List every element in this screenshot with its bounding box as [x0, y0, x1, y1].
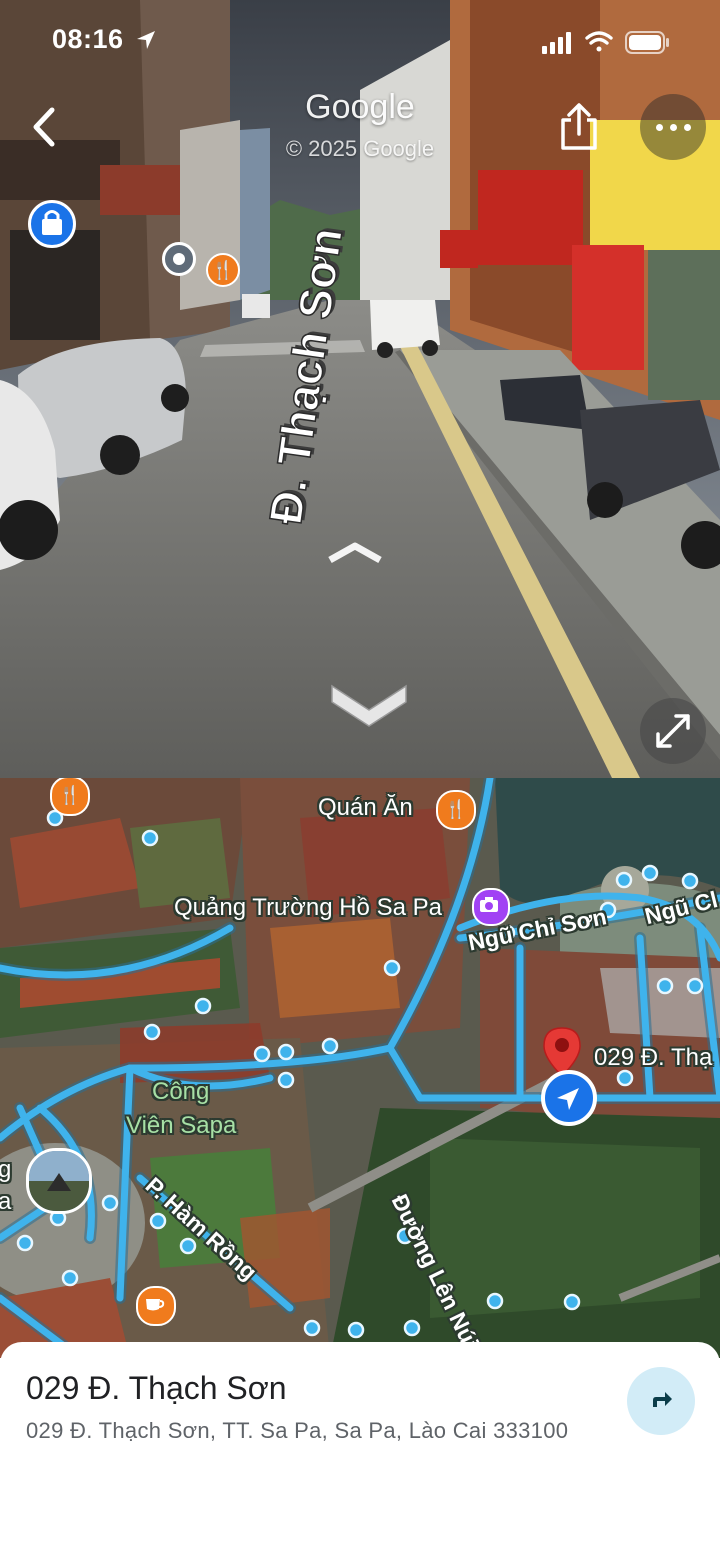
share-button[interactable] — [555, 100, 603, 154]
location-dot-icon[interactable] — [162, 242, 196, 276]
street-view-panel[interactable]: 08:16 Google © 2025 Google 🍴 Đ. Thạch Sơ… — [0, 0, 720, 778]
map-label-pin-address: 029 Đ. Thạ — [594, 1044, 713, 1071]
directions-button[interactable] — [627, 1367, 695, 1435]
map-label-edge-2: a — [0, 1188, 12, 1215]
shopping-bag-icon[interactable] — [28, 200, 76, 248]
status-icons — [542, 30, 672, 61]
more-dot — [656, 124, 663, 131]
signal-icon — [542, 32, 571, 54]
directions-icon — [653, 1392, 672, 1407]
map-label-restaurant[interactable]: Quán Ăn — [318, 794, 413, 822]
lock-bag-icon — [42, 210, 62, 235]
place-title: 029 Đ. Thạch Sơn — [26, 1370, 287, 1406]
coffee-icon — [146, 1299, 165, 1311]
status-bar: 08:16 — [0, 22, 720, 62]
expand-icon — [656, 714, 690, 748]
restaurant-icon[interactable]: 🍴 — [206, 253, 240, 287]
coffee-marker[interactable] — [136, 1286, 176, 1326]
map-label-park-line2[interactable]: Viên Sapa — [126, 1112, 236, 1140]
camera-icon — [480, 897, 498, 912]
place-info-sheet[interactable]: 029 Đ. Thạch Sơn 029 Đ. Thạch Sơn, TT. S… — [0, 1342, 720, 1557]
status-indicators-icon — [542, 31, 669, 54]
location-arrow-icon — [137, 31, 155, 49]
map-panel[interactable]: 🍴 🍴 Quán Ăn Quảng Trường Hồ Sa Pa Ngũ Ch… — [0, 778, 720, 1358]
more-options-button[interactable] — [640, 94, 706, 160]
user-location-marker[interactable] — [541, 1070, 597, 1126]
status-time: 08:16 — [52, 24, 124, 54]
map-label-park-line1[interactable]: Công — [152, 1078, 209, 1106]
map-label-square[interactable]: Quảng Trường Hồ Sa Pa — [174, 894, 442, 922]
wifi-icon — [585, 31, 613, 52]
chevron-up-icon[interactable] — [326, 540, 384, 566]
map-label-edge-1: g — [0, 1156, 12, 1183]
more-dot — [684, 124, 691, 131]
navigation-arrow-icon — [557, 1088, 579, 1110]
google-logo: Google — [305, 88, 415, 126]
more-dot — [670, 124, 677, 131]
street-view-thumbnail[interactable] — [26, 1148, 92, 1214]
chevron-down-icon[interactable] — [326, 676, 412, 732]
battery-icon — [625, 31, 669, 54]
copyright-text: © 2025 Google — [285, 136, 435, 161]
thumbnail-image-icon — [29, 1151, 89, 1211]
place-address: 029 Đ. Thạch Sơn, TT. Sa Pa, Sa Pa, Lào … — [26, 1418, 569, 1443]
camera-marker[interactable] — [472, 888, 510, 926]
road-label-container: Đ. Thạch Sơn — [258, 224, 557, 574]
restaurant-marker[interactable]: 🍴 — [50, 778, 90, 816]
restaurant-marker[interactable]: 🍴 — [436, 790, 476, 830]
expand-button[interactable] — [640, 698, 706, 764]
